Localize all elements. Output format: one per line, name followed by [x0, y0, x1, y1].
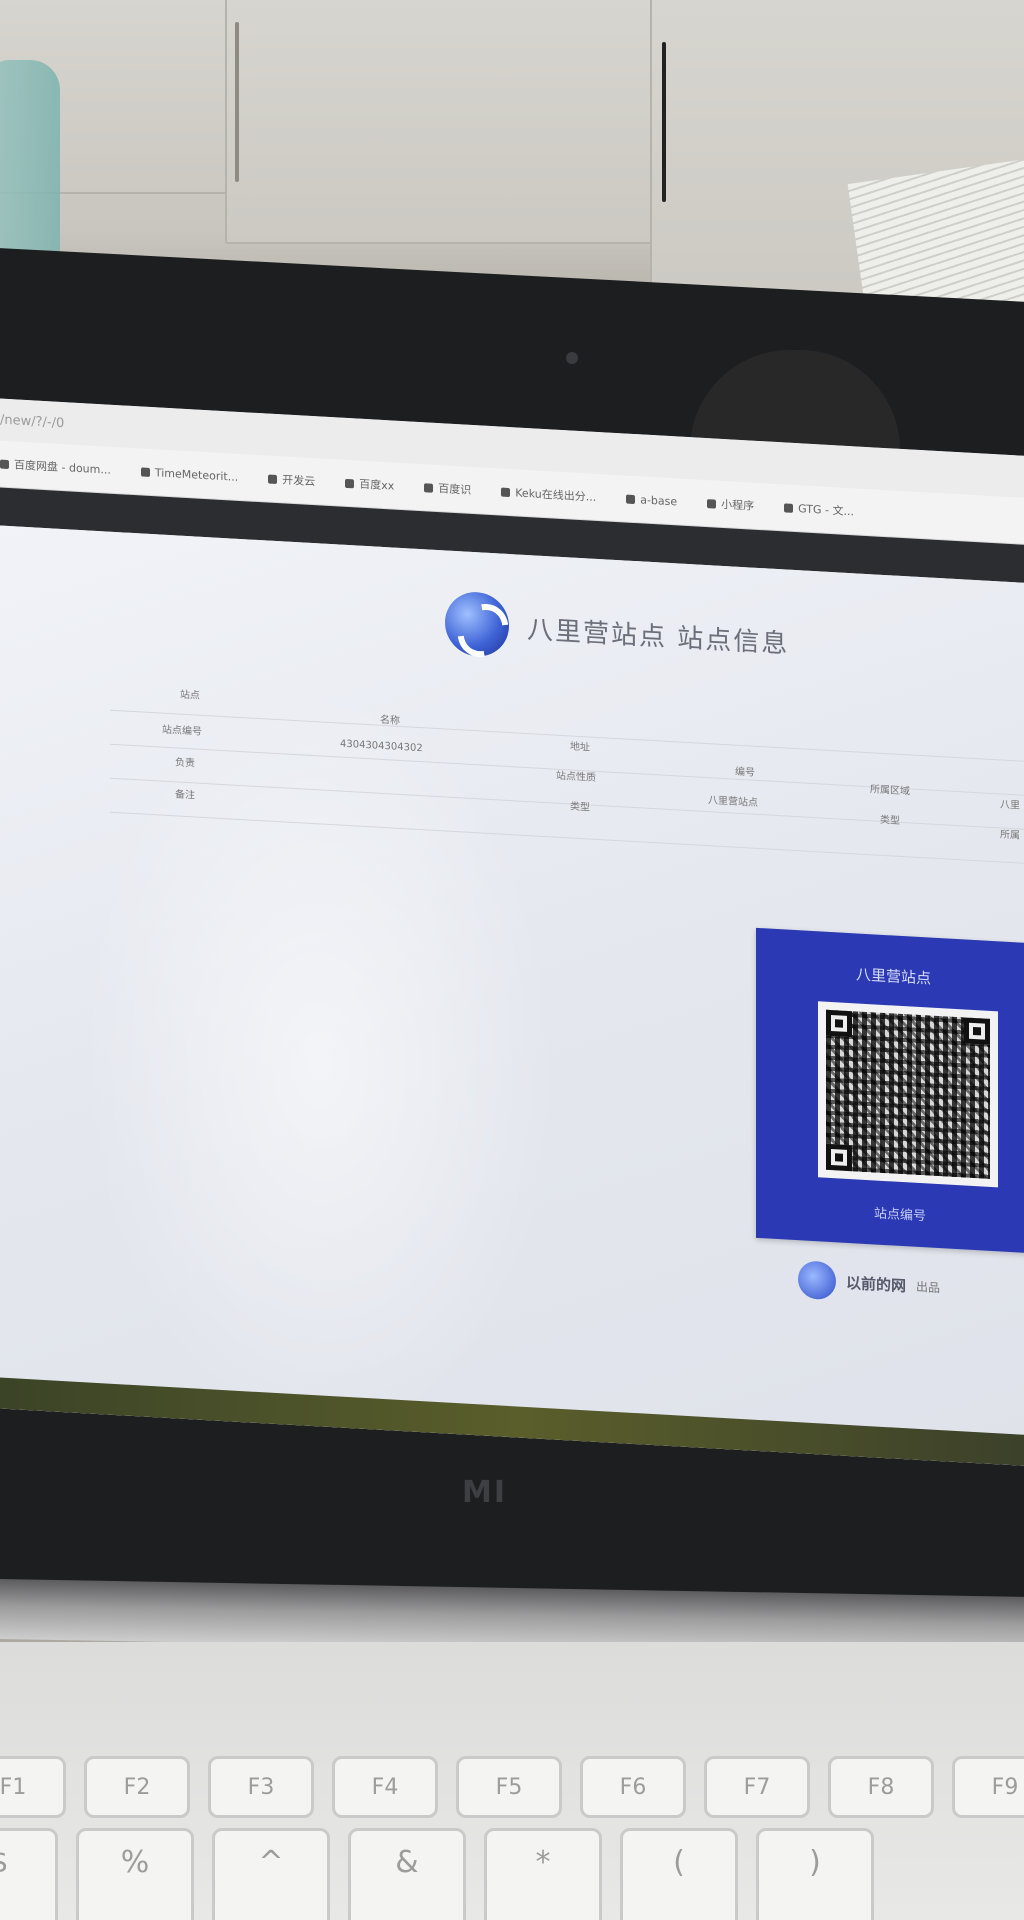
- site-logo: [445, 590, 509, 659]
- folder-icon: [424, 482, 434, 493]
- number-key[interactable]: &: [348, 1828, 466, 1920]
- field-label: 站点性质: [556, 770, 596, 784]
- field-value: 类型: [880, 814, 900, 827]
- web-page: 八里营站点 站点信息 站点 站点编号 负责 备注 名称 430430430430…: [0, 525, 1024, 1468]
- bookmark-item[interactable]: 百度xx: [345, 475, 394, 494]
- field-label: 类型: [570, 801, 590, 814]
- function-key[interactable]: F5: [456, 1756, 562, 1818]
- function-key[interactable]: F2: [84, 1756, 190, 1818]
- url-text: /new/?/-/0: [0, 412, 65, 431]
- bookmark-item[interactable]: 开发云: [268, 471, 315, 490]
- function-key[interactable]: F6: [580, 1756, 686, 1818]
- laptop-screen: /new/?/-/0 百度网盘 - doum... TimeMeteorit..…: [0, 398, 1024, 1468]
- cabinet-handle: [235, 22, 239, 182]
- powered-by: 以前的网 出品: [798, 1260, 940, 1306]
- folder-icon: [268, 474, 278, 484]
- page-header: 八里营站点 站点信息: [445, 590, 789, 673]
- number-key[interactable]: (: [620, 1828, 738, 1920]
- bookmark-item[interactable]: Keku在线出分...: [501, 484, 596, 505]
- field-value: 八里营站点: [708, 795, 758, 809]
- qr-card: 八里营站点 站点编号: [756, 927, 1024, 1255]
- number-key[interactable]: *: [484, 1828, 602, 1920]
- field-value: 所属: [1000, 829, 1020, 842]
- bookmark-icon: [784, 502, 794, 513]
- function-key[interactable]: F8: [828, 1756, 934, 1818]
- bookmark-icon: [501, 487, 511, 497]
- function-key-row: F1 F2 F3 F4 F5 F6 F7 F8 F9: [0, 1756, 1024, 1818]
- powered-suffix: 出品: [916, 1279, 941, 1295]
- qr-code-frame: [818, 1001, 998, 1188]
- function-key[interactable]: F4: [332, 1756, 438, 1818]
- function-key[interactable]: F7: [704, 1756, 810, 1818]
- company-logo: [798, 1260, 836, 1301]
- qr-card-title: 八里营站点: [856, 965, 932, 988]
- number-key[interactable]: ): [756, 1828, 874, 1920]
- number-key[interactable]: ^: [212, 1828, 330, 1920]
- qr-finder-pattern: [964, 1017, 990, 1045]
- webcam: [566, 352, 578, 364]
- folder-icon: [707, 498, 717, 509]
- function-key[interactable]: F1: [0, 1756, 66, 1818]
- bookmark-item[interactable]: a-base: [626, 492, 677, 508]
- qr-card-caption: 站点编号: [874, 1206, 927, 1225]
- field-label: 编号: [735, 766, 755, 779]
- folder-icon: [626, 494, 636, 504]
- field-label: 名称: [380, 714, 400, 727]
- folder-icon: [345, 478, 355, 488]
- qr-finder-pattern: [826, 1143, 852, 1172]
- field-label: 备注: [175, 789, 195, 802]
- bookmark-icon: [0, 459, 9, 469]
- function-key[interactable]: F9: [952, 1756, 1024, 1818]
- number-key[interactable]: %: [76, 1828, 194, 1920]
- number-key-row: $ % ^ & * ( ): [0, 1828, 874, 1920]
- page-title: 八里营站点 站点信息: [527, 614, 790, 660]
- company-name: 以前的网: [846, 1273, 907, 1295]
- office-cabinet: [225, 0, 659, 244]
- bookmark-item[interactable]: 小程序: [707, 495, 754, 514]
- screen-glare: [80, 670, 560, 1457]
- water-bottle: [0, 60, 60, 260]
- field-label: 地址: [570, 741, 590, 754]
- photo-scene: /new/?/-/0 百度网盘 - doum... TimeMeteorit..…: [0, 0, 1024, 1920]
- laptop-brand-logo: MI: [462, 1475, 508, 1510]
- bookmark-item[interactable]: GTG - 文...: [784, 499, 854, 519]
- field-label: 站点: [180, 689, 200, 702]
- cabinet-handle: [662, 42, 666, 202]
- field-label: 负责: [175, 757, 195, 770]
- bookmark-item[interactable]: TimeMeteorit...: [140, 465, 238, 483]
- bookmark-item[interactable]: 百度识: [424, 479, 471, 498]
- bookmark-item[interactable]: 百度网盘 - doum...: [0, 456, 111, 478]
- number-key[interactable]: $: [0, 1828, 58, 1920]
- bookmark-icon: [140, 466, 150, 477]
- field-label: 站点编号: [162, 724, 202, 738]
- field-label: 八里: [1000, 799, 1020, 812]
- field-label: 所属区域: [870, 784, 910, 798]
- function-key[interactable]: F3: [208, 1756, 314, 1818]
- qr-code[interactable]: [826, 1009, 990, 1179]
- qr-finder-pattern: [826, 1009, 852, 1038]
